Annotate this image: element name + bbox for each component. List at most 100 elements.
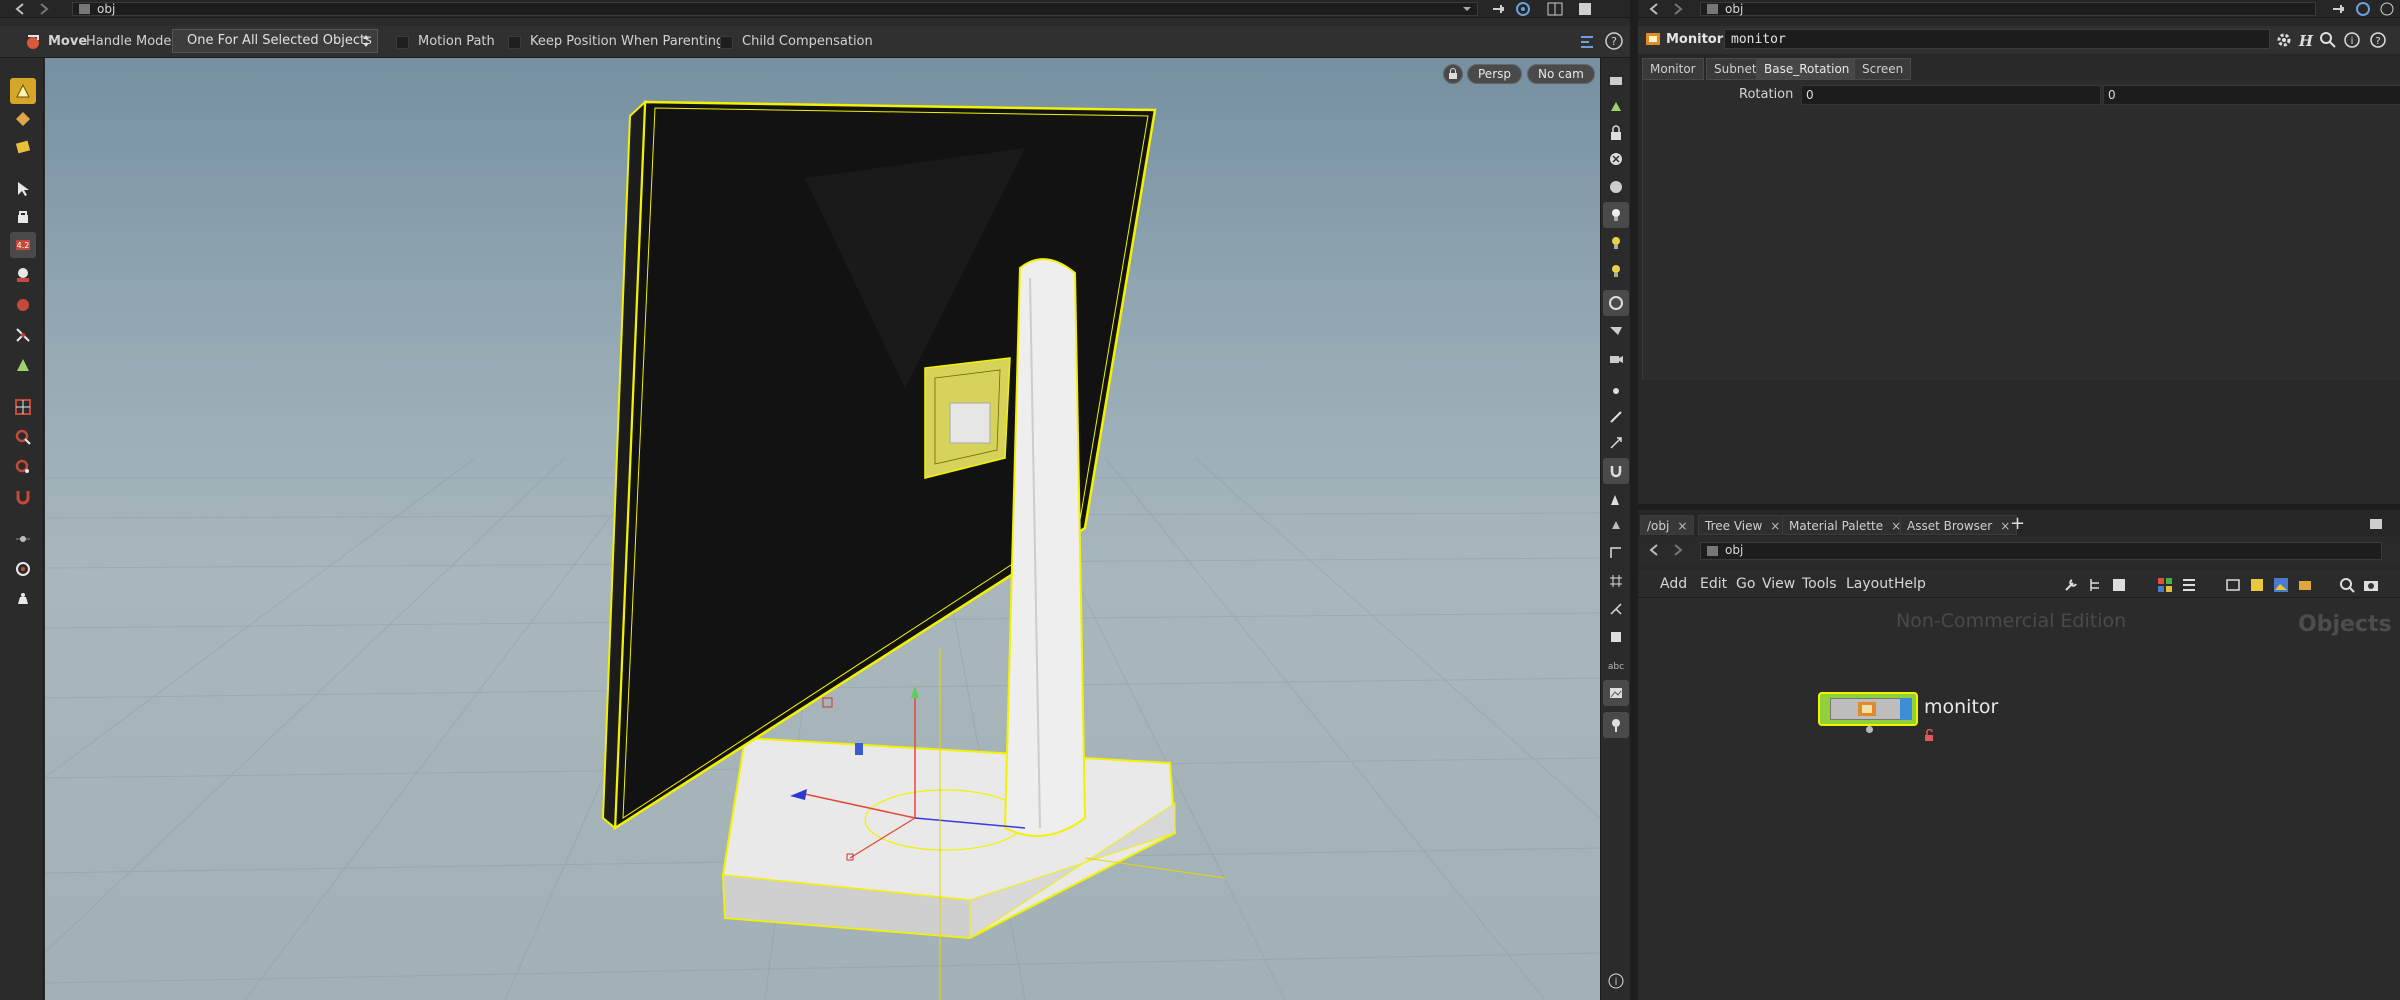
guide-icon[interactable]: [1603, 540, 1629, 566]
select-tool-icon[interactable]: [10, 78, 36, 104]
menu-help[interactable]: Help: [1894, 576, 1926, 592]
network-editor[interactable]: Non-Commercial Edition Objects monitor: [1638, 598, 2400, 1000]
magnet-icon[interactable]: [10, 484, 36, 510]
wrench-icon[interactable]: [2062, 576, 2080, 594]
geometry-icon[interactable]: [1603, 318, 1629, 344]
image-view-icon[interactable]: [1603, 680, 1629, 706]
tab-screen[interactable]: Screen: [1854, 58, 1912, 80]
search-icon[interactable]: [2318, 30, 2338, 50]
screenshot-icon[interactable]: [2362, 576, 2380, 594]
camera-icon[interactable]: [1603, 346, 1629, 372]
close-icon[interactable]: ×: [2000, 519, 2010, 533]
pane-divider[interactable]: [1630, 0, 1638, 1000]
forward-arrow-icon[interactable]: [1670, 543, 1684, 557]
motion-path-checkbox[interactable]: [396, 36, 409, 49]
rotate-tool-icon[interactable]: [10, 262, 36, 288]
view-tool-icon[interactable]: [10, 106, 36, 132]
light-alt-icon[interactable]: [1603, 258, 1629, 284]
camera-menu[interactable]: No cam: [1527, 64, 1595, 84]
background-icon[interactable]: [1603, 486, 1629, 512]
maximize-icon[interactable]: [1576, 1, 1594, 17]
menu-go[interactable]: Go: [1736, 576, 1755, 592]
info-icon[interactable]: i: [2342, 30, 2362, 50]
tab-tree-view[interactable]: Tree View ×: [1698, 515, 1788, 535]
network-image-icon[interactable]: [2272, 576, 2290, 594]
info-icon[interactable]: i: [1603, 968, 1629, 994]
params-path-field[interactable]: obj: [1700, 2, 2316, 16]
help-icon[interactable]: ?: [1604, 31, 1624, 51]
rotation-y-field[interactable]: 0: [2103, 85, 2400, 105]
normals-icon[interactable]: [1603, 404, 1629, 430]
rotation-x-field[interactable]: 0: [1801, 85, 2101, 105]
network-path-field[interactable]: obj: [1700, 542, 2382, 560]
snap-multi-icon[interactable]: [10, 454, 36, 480]
camera-lock-icon[interactable]: [1443, 64, 1463, 84]
pane-splitter[interactable]: [1638, 504, 2400, 510]
help-icon[interactable]: ?: [2368, 30, 2388, 50]
pointer-tool-icon[interactable]: [10, 176, 36, 202]
tab-obj[interactable]: /obj ×: [1640, 515, 1695, 535]
close-icon[interactable]: ×: [1770, 519, 1780, 533]
forward-arrow-icon[interactable]: [36, 2, 50, 16]
abc-icon[interactable]: abc: [1603, 652, 1629, 678]
back-arrow-icon[interactable]: [14, 2, 28, 16]
menu-edit[interactable]: Edit: [1700, 576, 1727, 592]
tree-icon[interactable]: [2086, 576, 2104, 594]
rig-tool-icon[interactable]: [10, 352, 36, 378]
flipbook-icon[interactable]: [10, 586, 36, 612]
display-wire-icon[interactable]: [1603, 68, 1629, 94]
pin-icon[interactable]: [2330, 1, 2348, 17]
ghost-icon[interactable]: [1603, 512, 1629, 538]
hscript-icon[interactable]: H: [2296, 30, 2316, 50]
tab-base-rotation[interactable]: Base_Rotation: [1756, 58, 1858, 80]
close-view-icon[interactable]: [1603, 146, 1629, 172]
headlight-icon[interactable]: [1603, 202, 1629, 228]
grid-icon[interactable]: [1603, 568, 1629, 594]
shape-palette-icon[interactable]: [2180, 576, 2198, 594]
handle-tool-icon[interactable]: [10, 134, 36, 160]
tab-monitor[interactable]: Monitor: [1642, 58, 1704, 80]
close-icon[interactable]: ×: [1677, 519, 1687, 533]
list-icon[interactable]: [2110, 576, 2128, 594]
color-palette-icon[interactable]: [2156, 576, 2174, 594]
link-icon[interactable]: [2354, 1, 2372, 17]
network-box-icon[interactable]: [2224, 576, 2242, 594]
pin-icon[interactable]: [1490, 1, 1508, 17]
scale-tool-icon[interactable]: [10, 292, 36, 318]
monitor-node[interactable]: [1818, 692, 1933, 741]
snap-point-icon[interactable]: [10, 424, 36, 450]
lock-icon[interactable]: [1603, 120, 1629, 146]
node-name-field[interactable]: monitor: [1724, 29, 2270, 49]
snap-grid-icon[interactable]: [10, 394, 36, 420]
display-flag[interactable]: [1900, 698, 1912, 720]
add-tab-icon[interactable]: +: [2010, 513, 2025, 534]
snapping-icon[interactable]: [1603, 458, 1629, 484]
transform-tool-icon[interactable]: 4.2: [10, 232, 36, 258]
vectors-icon[interactable]: [1603, 430, 1629, 456]
viewer-path-field[interactable]: obj: [72, 2, 1478, 16]
node-output-connector[interactable]: [1866, 726, 1873, 733]
gear-icon[interactable]: [2274, 30, 2294, 50]
unlock-icon[interactable]: [1922, 728, 1936, 742]
menu-tools[interactable]: Tools: [1802, 576, 1837, 592]
display-settings-icon[interactable]: [1603, 290, 1629, 316]
forward-arrow-icon[interactable]: [1670, 2, 1684, 16]
joint-icon[interactable]: [1603, 596, 1629, 622]
bone-tool-icon[interactable]: [10, 322, 36, 348]
menu-view[interactable]: View: [1762, 576, 1795, 592]
back-arrow-icon[interactable]: [1648, 2, 1662, 16]
location-icon[interactable]: [1603, 712, 1629, 738]
menu-add[interactable]: Add: [1660, 576, 1687, 592]
dropdown-icon[interactable]: [1460, 2, 1474, 16]
point-display-icon[interactable]: [1603, 378, 1629, 404]
help-icon[interactable]: [2378, 1, 2396, 17]
split-pane-icon[interactable]: [1546, 1, 1564, 17]
persp-view-menu[interactable]: Persp: [1467, 64, 1522, 84]
bbox-icon[interactable]: [1603, 624, 1629, 650]
pose-tool-icon[interactable]: [10, 204, 36, 230]
light-icon[interactable]: [1603, 230, 1629, 256]
node-body[interactable]: [1818, 692, 1918, 726]
toolbar-options-icon[interactable]: [1578, 33, 1596, 51]
dot-icon[interactable]: [2296, 576, 2314, 594]
menu-layout[interactable]: Layout: [1846, 576, 1894, 592]
